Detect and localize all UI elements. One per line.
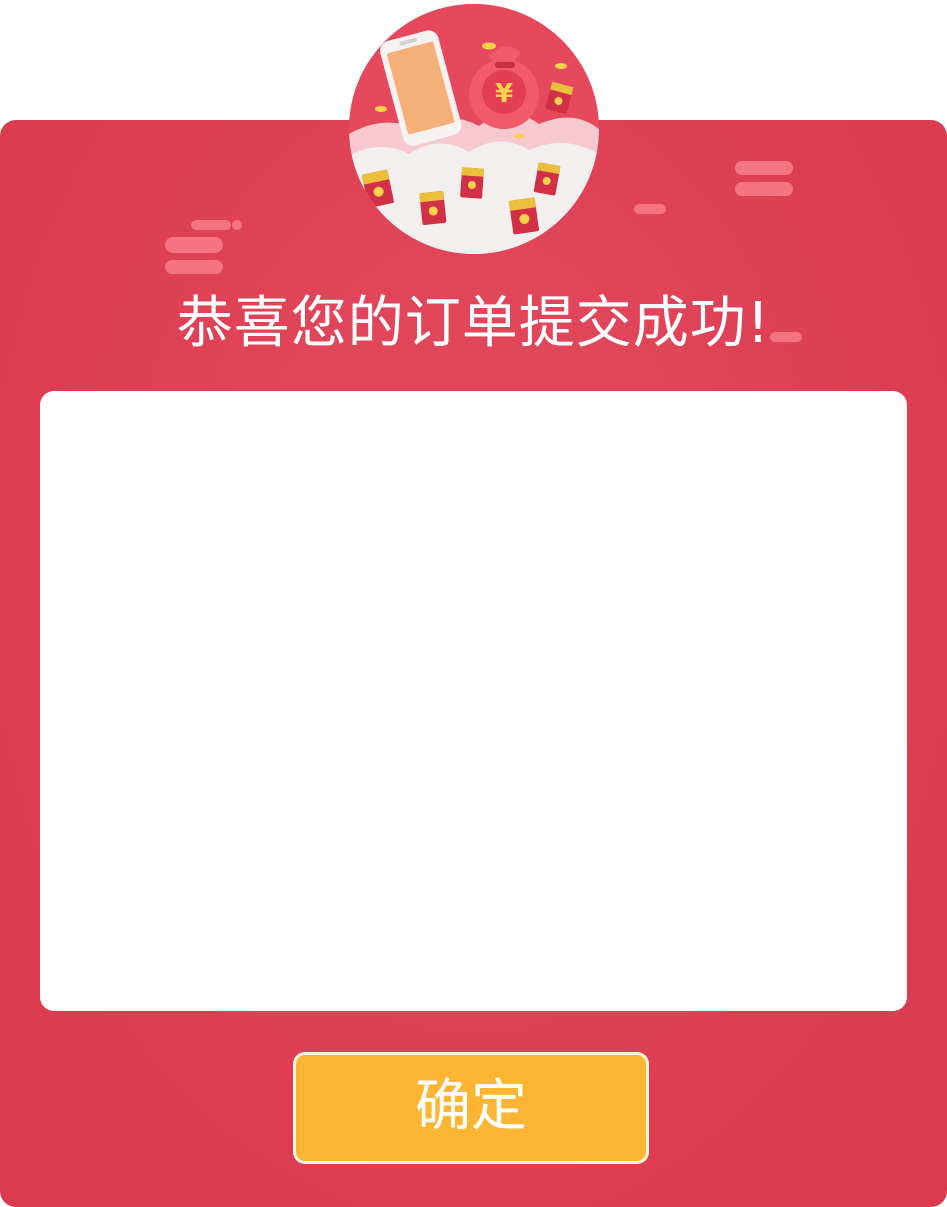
- currency-symbol: ¥: [495, 79, 513, 109]
- dialog-title: 恭喜您的订单提交成功!: [176, 291, 771, 356]
- cloud-dash-decoration: [165, 260, 223, 274]
- cloud-dash-decoration: [165, 237, 223, 253]
- success-dialog: 恭喜您的订单提交成功! 确定: [0, 120, 947, 1207]
- cloud-dash-decoration: [232, 220, 242, 230]
- cloud-dash-decoration: [735, 182, 793, 196]
- cloud-dash-decoration: [735, 161, 793, 175]
- cloud-dash-decoration: [191, 220, 231, 230]
- success-dialog-stage: 恭喜您的订单提交成功! 确定 ¥: [0, 0, 947, 1207]
- success-illustration: ¥: [349, 4, 599, 254]
- confirm-button[interactable]: 确定: [293, 1052, 649, 1164]
- cloud-dash-decoration: [634, 204, 666, 214]
- dialog-content-area: [40, 391, 907, 1011]
